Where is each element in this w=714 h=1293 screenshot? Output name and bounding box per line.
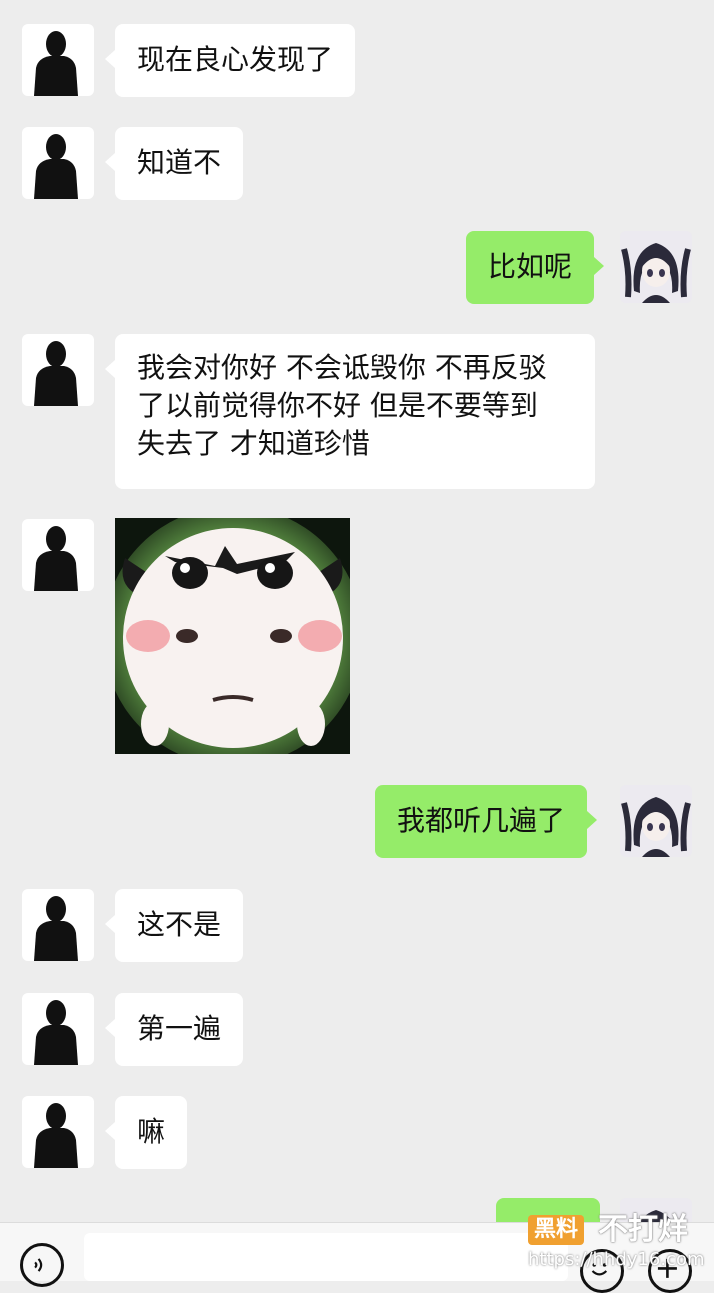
voice-icon[interactable] [20,1243,64,1287]
cow-sticker-icon [115,518,350,754]
anime-girl-avatar-icon [620,785,692,857]
message-bubble-outgoing[interactable]: 我都听几遍了 [375,785,598,858]
watermark-text: 不打烊 [598,1212,688,1247]
message-bubble-incoming[interactable]: 第一遍 [104,993,244,1066]
contact-avatar[interactable] [22,1096,94,1168]
silhouette-avatar-icon [34,1000,78,1065]
silhouette-avatar-icon [34,1103,78,1168]
contact-avatar[interactable] [22,993,94,1065]
message-input[interactable] [84,1233,568,1281]
silhouette-avatar-icon [34,896,78,961]
watermark-url: https://hhdy16.com [528,1249,705,1270]
voice-wave-glyph [34,1258,43,1272]
watermark: 黑料 不打烊 https://hhdy16.com [528,1213,708,1277]
contact-avatar[interactable] [22,24,94,96]
contact-avatar[interactable] [22,889,94,961]
silhouette-avatar-icon [34,341,78,406]
self-avatar[interactable] [620,785,692,857]
silhouette-avatar-icon [34,31,78,96]
contact-avatar[interactable] [22,127,94,199]
silhouette-avatar-icon [34,134,78,199]
message-bubble-incoming[interactable]: 这不是 [104,889,244,962]
angry-cow-sticker[interactable] [115,518,350,754]
message-bubble-incoming[interactable]: 我会对你好 不会诋毁你 不再反驳 了以前觉得你不好 但是不要等到 失去了 才知道… [105,334,595,489]
self-avatar[interactable] [620,231,692,303]
contact-avatar[interactable] [22,334,94,406]
message-bubble-outgoing[interactable]: 比如呢 [466,231,605,304]
silhouette-avatar-icon [34,526,78,591]
message-bubble-incoming[interactable]: 现在良心发现了 [104,24,356,97]
anime-girl-avatar-icon [620,231,692,303]
contact-avatar[interactable] [22,519,94,591]
message-bubble-incoming[interactable]: 知道不 [104,127,244,200]
message-bubble-incoming[interactable]: 嘛 [104,1096,188,1169]
watermark-badge: 黑料 [528,1215,585,1245]
